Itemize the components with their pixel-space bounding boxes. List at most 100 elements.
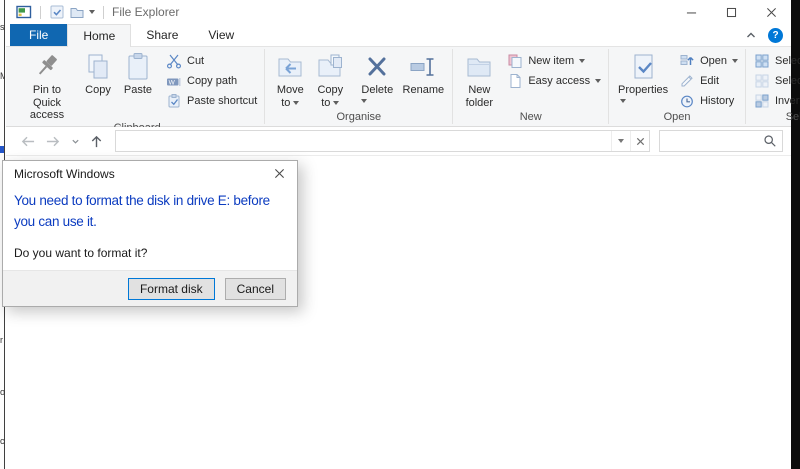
paste-button[interactable]: Paste: [117, 49, 159, 97]
background-icon-fragment: [0, 146, 4, 153]
dropdown-caret-icon: [732, 59, 738, 63]
back-button[interactable]: [16, 134, 39, 149]
new-item-button[interactable]: New item: [505, 53, 603, 69]
address-bar-input[interactable]: [116, 131, 611, 151]
group-label-organise: Organise: [265, 111, 452, 126]
edit-pencil-icon: [679, 73, 695, 89]
invert-selection-button[interactable]: Invert selection: [752, 93, 800, 109]
button-label: New item: [528, 55, 574, 67]
tab-bar-right: ?: [745, 24, 791, 46]
move-to-button[interactable]: Move to: [270, 49, 310, 109]
help-button[interactable]: ?: [768, 28, 783, 43]
up-arrow-icon: [89, 134, 104, 149]
file-explorer-app-icon[interactable]: [14, 4, 34, 20]
window-title: File Explorer: [112, 5, 179, 19]
new-folder-button[interactable]: New folder: [458, 49, 500, 109]
paste-shortcut-icon: [166, 93, 182, 109]
rename-icon: [407, 51, 439, 83]
background-text-fragment: r: [0, 335, 5, 345]
copy-icon: [82, 51, 114, 83]
maximize-button[interactable]: [711, 0, 751, 24]
dialog-title-bar: Microsoft Windows: [3, 161, 297, 186]
pin-to-quick-access-button[interactable]: Pin to Quick access: [15, 49, 79, 122]
button-label: Pin to Quick access: [30, 84, 64, 121]
ribbon-group-open: Properties Open: [609, 47, 745, 126]
select-none-button[interactable]: Select none: [752, 73, 800, 89]
group-label-open: Open: [609, 111, 745, 126]
edit-button[interactable]: Edit: [677, 73, 740, 89]
forward-arrow-icon: [45, 134, 62, 149]
x-icon: [635, 136, 646, 147]
tab-view[interactable]: View: [193, 24, 249, 46]
dropdown-caret-icon: [333, 101, 339, 105]
open-icon: [679, 53, 695, 69]
cancel-button[interactable]: Cancel: [225, 278, 286, 300]
copy-button[interactable]: Copy: [79, 49, 117, 97]
dropdown-caret-icon: [620, 99, 626, 103]
button-label: Open: [700, 55, 727, 67]
chevron-down-icon: [89, 10, 95, 14]
tab-share[interactable]: Share: [131, 24, 193, 46]
dialog-body: You need to format the disk in drive E: …: [3, 186, 297, 270]
open-buttons: Properties Open: [609, 47, 745, 111]
collapse-ribbon-button[interactable]: [745, 29, 757, 41]
format-disk-button[interactable]: Format disk: [128, 278, 215, 300]
ribbon-group-new: New folder New item: [453, 47, 608, 126]
tab-home[interactable]: Home: [67, 24, 131, 47]
forward-button[interactable]: [42, 134, 65, 149]
paste-icon: [122, 51, 154, 83]
easy-access-icon: [507, 73, 523, 89]
button-label: Copy: [85, 84, 111, 96]
move-to-icon: [274, 51, 306, 83]
separator: [40, 6, 41, 19]
history-button[interactable]: History: [677, 93, 740, 109]
minimize-button[interactable]: [671, 0, 711, 24]
dialog-question-text: Do you want to format it?: [14, 246, 287, 260]
search-input[interactable]: [665, 134, 763, 148]
ribbon: Pin to Quick access Copy Paste: [6, 47, 791, 127]
customize-quick-access-caret[interactable]: [87, 10, 97, 14]
clipboard-buttons: Pin to Quick access Copy Paste: [10, 47, 264, 122]
new-small-buttons: New item Easy access: [505, 49, 603, 89]
button-label: Rename: [403, 84, 445, 96]
close-icon: [274, 168, 285, 179]
quick-access-new-folder-icon[interactable]: [67, 4, 87, 20]
rename-button[interactable]: Rename: [399, 49, 447, 97]
dialog-footer: Format disk Cancel: [3, 270, 297, 306]
tab-file[interactable]: File: [10, 24, 67, 46]
select-all-button[interactable]: Select all: [752, 53, 800, 69]
cut-button[interactable]: Cut: [164, 53, 259, 69]
dialog-close-button[interactable]: [272, 166, 287, 181]
open-small-buttons: Open Edit H: [677, 49, 740, 109]
address-cancel-button[interactable]: [630, 131, 649, 151]
dropdown-caret-icon: [293, 101, 299, 105]
recent-locations-button[interactable]: [68, 137, 83, 146]
svg-text:W: W: [169, 79, 176, 86]
background-text-fragment: su: [0, 22, 5, 32]
group-label-select: Select: [746, 111, 800, 126]
button-label: Paste: [124, 84, 152, 96]
open-button[interactable]: Open: [677, 53, 740, 69]
up-button[interactable]: [86, 134, 107, 149]
scissors-icon: [166, 53, 182, 69]
properties-button[interactable]: Properties: [614, 49, 672, 103]
help-icon: ?: [772, 30, 778, 41]
quick-access-properties-icon[interactable]: [47, 4, 67, 20]
new-buttons: New folder New item: [453, 47, 608, 111]
organise-buttons: Move to Copy to Delete: [265, 47, 452, 111]
navigation-bar: [6, 127, 791, 156]
invert-selection-icon: [754, 93, 770, 109]
button-label: Copy to: [317, 84, 343, 109]
address-dropdown-button[interactable]: [611, 131, 630, 151]
delete-button[interactable]: Delete: [355, 49, 399, 103]
easy-access-button[interactable]: Easy access: [505, 73, 603, 89]
background-text-fragment: o: [0, 387, 5, 397]
close-button[interactable]: [751, 0, 791, 24]
copy-path-button[interactable]: W Copy path: [164, 73, 259, 89]
chevron-down-icon: [71, 137, 80, 146]
delete-x-icon: [361, 51, 393, 83]
paste-shortcut-button[interactable]: Paste shortcut: [164, 93, 259, 109]
copy-to-button[interactable]: Copy to: [310, 49, 350, 109]
window-controls: [671, 0, 791, 24]
format-disk-dialog: Microsoft Windows You need to format the…: [2, 160, 298, 307]
